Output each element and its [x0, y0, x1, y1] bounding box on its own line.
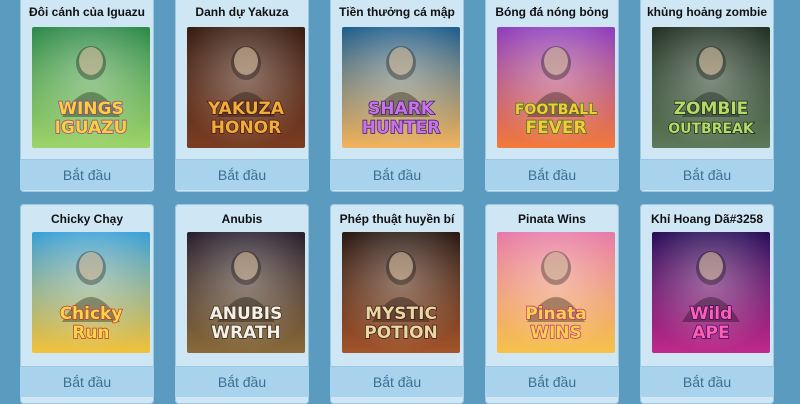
game-card[interactable]: khủng hoảng zombie ZOMBIE OUTBREAK Bắt đầ… [640, 0, 774, 192]
game-logo-line2: FEVER [525, 118, 586, 138]
game-title: Khỉ Hoang Dã#3258 [650, 212, 764, 226]
game-thumbnail[interactable]: Wild APE [652, 232, 770, 353]
game-title: Đôi cánh của Iguazu [28, 5, 145, 19]
game-title: Phép thuật huyền bí [339, 212, 455, 226]
game-logo-line1: Chicky [60, 304, 123, 324]
game-card[interactable]: Chicky Chạy Chicky Run Bắt đầu [20, 204, 154, 404]
start-button[interactable]: Bắt đầu [175, 159, 309, 190]
game-logo-line2: HONOR [211, 118, 281, 138]
game-card[interactable]: Danh dự Yakuza YAKUZA HONOR Bắt đầu [175, 0, 309, 192]
game-artwork: YAKUZAHONOR [187, 27, 305, 148]
game-title: Bóng đá nóng bỏng [495, 5, 609, 19]
start-button[interactable]: Bắt đầu [175, 366, 309, 397]
game-thumbnail[interactable]: WINGS IGUAZU [32, 27, 150, 148]
game-artwork: MYSTICPOTION [342, 232, 460, 353]
game-artwork: ChickyRun [32, 232, 150, 353]
game-logo-line2: APE [692, 323, 729, 343]
game-logo-line2: HUNTER [362, 118, 441, 138]
game-logo-line1: Wild [690, 304, 733, 324]
start-button[interactable]: Bắt đầu [330, 159, 464, 190]
game-logo-line2: POTION [364, 323, 438, 343]
game-title: khủng hoảng zombie [647, 5, 767, 19]
start-button[interactable]: Bắt đầu [640, 366, 774, 397]
game-title: Chicky Chạy [50, 212, 124, 226]
game-logo-line2: OUTBREAK [668, 121, 755, 137]
start-button[interactable]: Bắt đầu [485, 366, 619, 397]
start-button[interactable]: Bắt đầu [20, 366, 154, 397]
game-thumbnail[interactable]: Pinata WINS [497, 232, 615, 353]
game-artwork: ZOMBIE OUTBREAK [652, 27, 770, 148]
game-logo-line1: FOOTBALL [515, 102, 597, 118]
game-logo-line2: Run [72, 323, 109, 343]
game-grid: Đôi cánh của Iguazu WINGS IGUAZU Bắt đầu … [0, 0, 800, 404]
game-title: Anubis [221, 212, 263, 226]
game-logo-line1: ZOMBIE [674, 99, 749, 119]
game-card[interactable]: Đôi cánh của Iguazu WINGS IGUAZU Bắt đầu [20, 0, 154, 192]
game-thumbnail[interactable]: SHARK HUNTER [342, 27, 460, 148]
game-logo-line1: WINGS [58, 99, 124, 119]
game-logo-line1: YAKUZA [207, 99, 285, 119]
game-thumbnail[interactable]: ANUBIS WRATH [187, 232, 305, 353]
start-button[interactable]: Bắt đầu [20, 159, 154, 190]
game-logo-line1: ANUBIS [210, 304, 283, 324]
game-artwork: WildAPE [652, 232, 770, 353]
game-artwork: SHARKHUNTER [342, 27, 460, 148]
game-thumbnail[interactable]: Chicky Run [32, 232, 150, 353]
game-logo-line1: MYSTIC [365, 304, 437, 324]
game-thumbnail[interactable]: FOOTBALL FEVER [497, 27, 615, 148]
start-button[interactable]: Bắt đầu [640, 159, 774, 190]
game-title: Danh dự Yakuza [195, 5, 289, 19]
game-artwork: FOOTBALLFEVER [497, 27, 615, 148]
game-thumbnail[interactable]: YAKUZA HONOR [187, 27, 305, 148]
game-card[interactable]: Khỉ Hoang Dã#3258 Wild APE Bắt đầu [640, 204, 774, 404]
game-card[interactable]: Pinata Wins Pinata WINS Bắt đầu [485, 204, 619, 404]
game-artwork: WINGSIGUAZU [32, 27, 150, 148]
game-card[interactable]: Anubis ANUBIS WRATH Bắt đầu [175, 204, 309, 404]
game-artwork: PinataWINS [497, 232, 615, 353]
game-thumbnail[interactable]: MYSTIC POTION [342, 232, 460, 353]
game-logo-line2: WINS [530, 323, 582, 343]
game-logo-line2: WRATH [211, 323, 281, 343]
start-button[interactable]: Bắt đầu [330, 366, 464, 397]
game-card[interactable]: Phép thuật huyền bí MYSTIC POTION Bắt đầu [330, 204, 464, 404]
game-logo-line1: Pinata [525, 304, 586, 324]
game-logo-line2: IGUAZU [55, 118, 128, 138]
game-title: Pinata Wins [518, 212, 586, 226]
game-card[interactable]: Tiền thưởng cá mập SHARK HUNTER Bắt đầu [330, 0, 464, 192]
game-card[interactable]: Bóng đá nóng bỏng FOOTBALL FEVER Bắt đầu [485, 0, 619, 192]
game-title: Tiền thưởng cá mập [339, 5, 455, 19]
game-artwork: ANUBISWRATH [187, 232, 305, 353]
game-logo-line1: SHARK [368, 99, 435, 119]
start-button[interactable]: Bắt đầu [485, 159, 619, 190]
game-thumbnail[interactable]: ZOMBIE OUTBREAK [652, 27, 770, 148]
